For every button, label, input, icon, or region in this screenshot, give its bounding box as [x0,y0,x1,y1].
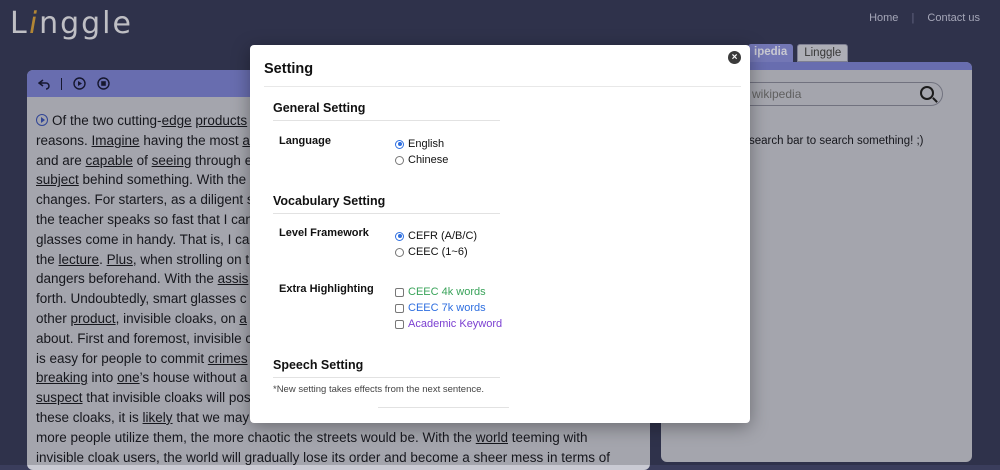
extra-option-ceec7k[interactable]: CEEC 7k words [395,302,486,314]
radio-icon[interactable] [395,247,404,257]
language-label: Language [279,135,331,147]
extra-option-ceec4k[interactable]: CEEC 4k words [395,286,486,298]
section-rule [273,120,500,121]
section-rule [273,213,500,214]
checkbox-icon[interactable] [395,319,404,329]
section-general-title: General Setting [273,101,366,115]
section-vocab-title: Vocabulary Setting [273,194,386,208]
language-option-chinese[interactable]: Chinese [395,154,448,166]
level-option-ceec[interactable]: CEEC (1~6) [395,246,468,258]
option-label: Chinese [408,154,449,166]
level-option-cefr[interactable]: CEFR (A/B/C) [395,230,477,242]
checkbox-icon[interactable] [395,287,404,297]
level-framework-label: Level Framework [279,227,369,239]
checkbox-icon[interactable] [395,303,404,313]
radio-icon[interactable] [395,155,404,165]
section-rule [273,377,500,378]
radio-selected-icon[interactable] [395,139,404,149]
option-label: CEEC (1~6) [408,246,468,258]
setting-note: *New setting takes effects from the next… [273,384,485,395]
option-label: English [408,138,445,150]
option-label: CEFR (A/B/C) [408,230,478,242]
section-rule [378,407,509,408]
radio-selected-icon[interactable] [395,231,404,241]
modal-title: Setting [264,61,314,77]
extra-option-academic[interactable]: Academic Keyword [395,318,502,330]
option-label: Academic Keyword [408,318,503,330]
section-speech-title: Speech Setting [273,358,364,372]
option-label: CEEC 7k words [408,302,486,314]
extra-highlighting-label: Extra Highlighting [279,283,374,295]
language-option-english[interactable]: English [395,138,444,150]
option-label: CEEC 4k words [408,286,486,298]
close-icon[interactable]: × [728,51,741,64]
modal-divider [264,86,741,87]
settings-modal: Setting × General Setting Language Engli… [250,45,750,423]
